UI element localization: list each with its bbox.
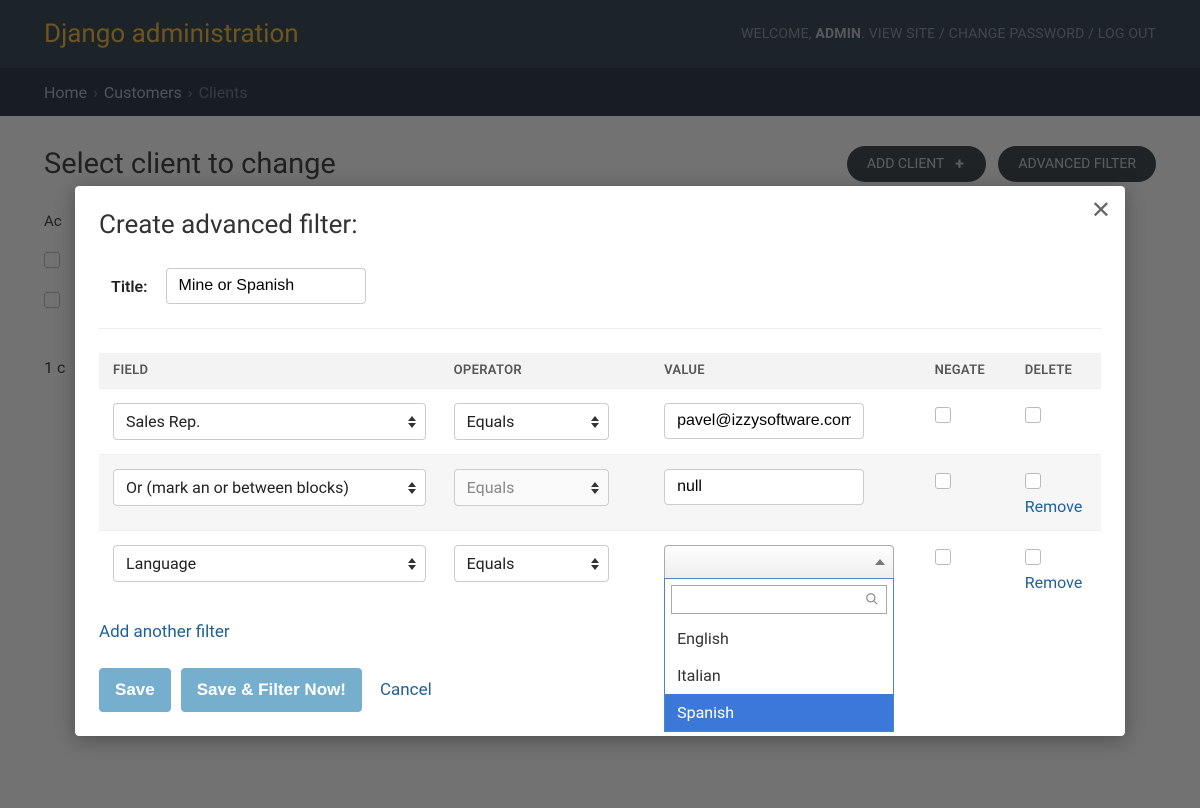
- operator-select[interactable]: Equals: [454, 469, 609, 506]
- modal-title: Create advanced filter:: [99, 210, 1101, 240]
- filter-row: Or (mark an or between blocks) Equals: [99, 455, 1101, 531]
- save-button[interactable]: Save: [99, 668, 171, 712]
- col-header-operator: OPERATOR: [440, 353, 650, 389]
- negate-checkbox[interactable]: [935, 549, 951, 565]
- col-header-negate: NEGATE: [921, 353, 1011, 389]
- filter-row: Sales Rep. Equals: [99, 389, 1101, 455]
- negate-checkbox[interactable]: [935, 407, 951, 423]
- select2-results: English Italian Spanish: [665, 620, 893, 731]
- field-select[interactable]: Or (mark an or between blocks): [113, 469, 426, 506]
- remove-link[interactable]: Remove: [1025, 573, 1087, 592]
- value-input[interactable]: [664, 469, 864, 505]
- value-input[interactable]: [664, 403, 864, 439]
- title-input[interactable]: [166, 268, 366, 304]
- cancel-link[interactable]: Cancel: [380, 680, 432, 700]
- operator-select[interactable]: Equals: [454, 403, 609, 440]
- col-header-delete: DELETE: [1011, 353, 1101, 389]
- filter-table: FIELD OPERATOR VALUE NEGATE DELETE Sales…: [99, 353, 1101, 606]
- negate-checkbox[interactable]: [935, 473, 951, 489]
- col-header-value: VALUE: [650, 353, 921, 389]
- modal-actions: Save Save & Filter Now! Cancel: [99, 668, 1101, 712]
- title-row: Title:: [99, 268, 1101, 329]
- select2-selection[interactable]: [664, 545, 894, 579]
- save-and-filter-button[interactable]: Save & Filter Now!: [181, 668, 362, 712]
- select2-option[interactable]: Spanish: [665, 694, 893, 731]
- field-select[interactable]: Sales Rep.: [113, 403, 426, 440]
- col-header-field: FIELD: [99, 353, 440, 389]
- value-select2[interactable]: English Italian Spanish: [664, 545, 894, 579]
- field-select[interactable]: Language: [113, 545, 426, 582]
- delete-checkbox[interactable]: [1025, 407, 1041, 423]
- filter-row: Language Equals: [99, 531, 1101, 607]
- select2-option[interactable]: English: [665, 620, 893, 657]
- add-another-filter-link[interactable]: Add another filter: [99, 622, 230, 642]
- chevron-up-icon: [875, 559, 885, 565]
- search-icon: [865, 591, 879, 605]
- delete-checkbox[interactable]: [1025, 473, 1041, 489]
- select2-option[interactable]: Italian: [665, 657, 893, 694]
- delete-checkbox[interactable]: [1025, 549, 1041, 565]
- remove-link[interactable]: Remove: [1025, 497, 1087, 516]
- title-label: Title:: [111, 277, 148, 296]
- operator-select[interactable]: Equals: [454, 545, 609, 582]
- close-icon[interactable]: ✕: [1091, 196, 1111, 224]
- select2-dropdown: English Italian Spanish: [664, 578, 894, 732]
- select2-search-input[interactable]: [671, 585, 887, 614]
- advanced-filter-modal: ✕ Create advanced filter: Title: FIELD O…: [75, 186, 1125, 736]
